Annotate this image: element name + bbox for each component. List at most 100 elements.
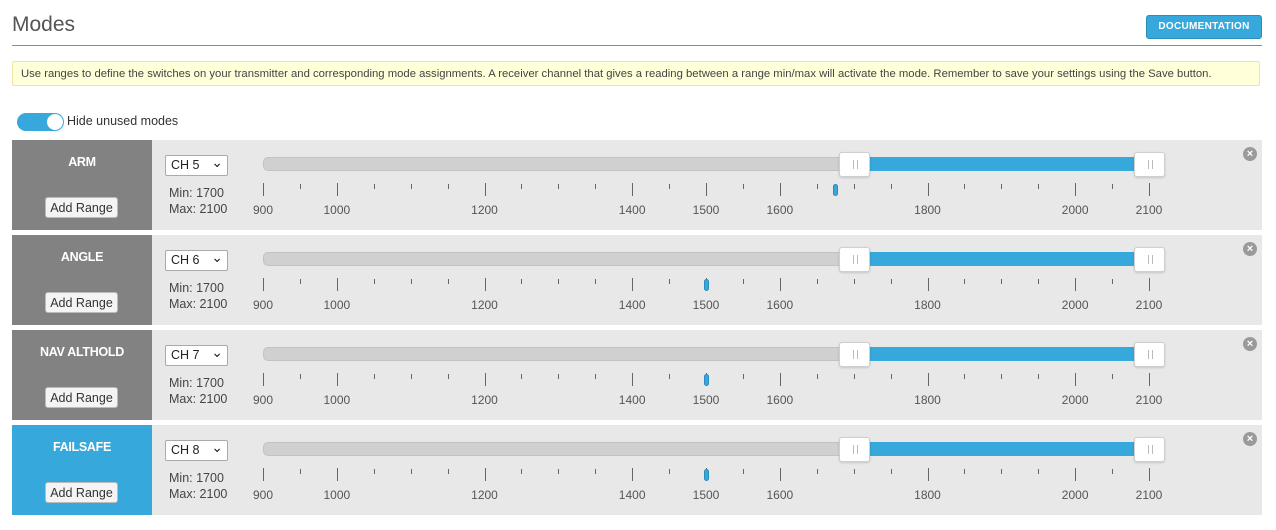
scale-tick-minor bbox=[890, 374, 892, 379]
range-min-handle[interactable] bbox=[838, 152, 870, 177]
scale-tick-label: 1200 bbox=[471, 203, 498, 217]
toggle-knob bbox=[47, 114, 63, 130]
range-max-handle[interactable] bbox=[1134, 342, 1165, 367]
scale-tick-label: 900 bbox=[252, 393, 274, 407]
mode-row: NAV ALTHOLD Add Range CH 7 ⌄ Min: 1700 Max: 2… bbox=[12, 330, 1262, 420]
scale-tick-minor bbox=[299, 469, 301, 474]
scale-tick-minor bbox=[299, 279, 301, 284]
mode-label-panel: ARM Add Range bbox=[12, 140, 152, 230]
scale-tick-label: 1000 bbox=[323, 488, 351, 502]
scale-tick-major bbox=[706, 183, 707, 196]
remove-range-icon[interactable]: × bbox=[1243, 432, 1257, 446]
mode-name: FAILSAFE bbox=[52, 440, 112, 454]
scale-tick-minor bbox=[558, 279, 560, 284]
scale-tick-minor bbox=[521, 184, 523, 189]
scale-tick-minor bbox=[373, 374, 375, 379]
scale-tick-label: 1600 bbox=[766, 488, 794, 502]
scale-tick-minor bbox=[595, 374, 597, 379]
scale-tick-major bbox=[779, 278, 781, 291]
remove-range-icon[interactable]: × bbox=[1243, 147, 1257, 161]
add-range-button[interactable]: Add Range bbox=[45, 292, 118, 313]
scale-tick-minor bbox=[299, 374, 301, 379]
scale-tick-major bbox=[336, 468, 338, 481]
scale-tick-label: 2100 bbox=[1135, 393, 1163, 407]
scale-tick-label: 1200 bbox=[471, 393, 498, 407]
scale-tick-major bbox=[1075, 183, 1077, 196]
scale-tick-minor bbox=[669, 469, 671, 474]
mode-label-panel: NAV ALTHOLD Add Range bbox=[12, 330, 152, 420]
scale-tick-minor bbox=[410, 374, 412, 379]
range-max-handle[interactable] bbox=[1134, 247, 1165, 272]
scale-tick-label: 1400 bbox=[618, 298, 646, 312]
range-min-handle[interactable] bbox=[838, 437, 870, 462]
channel-select[interactable]: CH 6 ⌄ bbox=[165, 249, 228, 271]
range-max-label: Max: 2100 bbox=[169, 487, 228, 501]
scale-tick-label: 1500 bbox=[692, 488, 720, 502]
scale-tick-major bbox=[484, 373, 486, 386]
scale-tick-minor bbox=[521, 374, 523, 379]
mode-row: ANGLE Add Range CH 6 ⌄ Min: 1700 Max: 2100 900… bbox=[12, 235, 1262, 325]
chevron-down-icon: ⌄ bbox=[211, 154, 223, 170]
scale-tick-minor bbox=[853, 184, 855, 189]
scale-tick-minor bbox=[816, 374, 818, 379]
remove-range-icon[interactable]: × bbox=[1243, 337, 1257, 351]
scale-tick-label: 2000 bbox=[1061, 203, 1089, 217]
add-range-button[interactable]: Add Range bbox=[45, 482, 118, 503]
channel-select[interactable]: CH 5 ⌄ bbox=[165, 154, 228, 176]
scale-tick-label: 1500 bbox=[692, 393, 720, 407]
range-min-label: Min: 1700 bbox=[169, 376, 224, 390]
scale-tick-label: 1400 bbox=[618, 488, 646, 502]
scale-tick-minor bbox=[373, 469, 375, 474]
scale-tick-minor bbox=[447, 469, 449, 474]
chevron-down-icon: ⌄ bbox=[211, 439, 223, 455]
scale-tick-minor bbox=[964, 279, 966, 284]
scale-tick-minor bbox=[742, 469, 744, 474]
add-range-button[interactable]: Add Range bbox=[45, 387, 118, 408]
scale-tick-major bbox=[927, 278, 929, 291]
scale-tick-minor bbox=[816, 184, 818, 189]
scale-tick-minor bbox=[521, 279, 523, 284]
scale-tick-label: 1500 bbox=[692, 203, 720, 217]
scale-tick-label: 1600 bbox=[766, 203, 794, 217]
range-slider-fill bbox=[857, 442, 1143, 456]
scale-tick-label: 2100 bbox=[1135, 203, 1163, 217]
scale-tick-minor bbox=[1001, 184, 1003, 189]
scale-tick-minor bbox=[410, 184, 412, 189]
scale-tick-minor bbox=[1038, 184, 1040, 189]
range-min-handle[interactable] bbox=[838, 342, 870, 367]
range-max-handle[interactable] bbox=[1134, 152, 1165, 177]
scale-tick-major bbox=[927, 373, 929, 386]
info-note: Use ranges to define the switches on you… bbox=[12, 61, 1260, 86]
scale-tick-label: 900 bbox=[252, 203, 274, 217]
scale-tick-minor bbox=[890, 279, 892, 284]
scale-tick-minor bbox=[853, 469, 855, 474]
range-max-label: Max: 2100 bbox=[169, 392, 228, 406]
remove-range-icon[interactable]: × bbox=[1243, 242, 1257, 256]
scale-tick-minor bbox=[816, 469, 818, 474]
range-min-handle[interactable] bbox=[838, 247, 870, 272]
scale-tick-minor bbox=[410, 469, 412, 474]
scale-tick-label: 1400 bbox=[618, 203, 646, 217]
scale-tick-label: 900 bbox=[252, 488, 274, 502]
range-max-handle[interactable] bbox=[1134, 437, 1165, 462]
channel-select-value: CH 6 bbox=[171, 253, 200, 267]
scale-tick-major bbox=[263, 278, 264, 291]
scale-tick-major bbox=[1075, 278, 1077, 291]
scale-tick-minor bbox=[299, 184, 301, 189]
scale-tick-major bbox=[1149, 183, 1150, 196]
scale-tick-label: 1600 bbox=[766, 393, 794, 407]
scale-tick-minor bbox=[1001, 279, 1003, 284]
channel-select[interactable]: CH 7 ⌄ bbox=[165, 344, 228, 366]
add-range-button[interactable]: Add Range bbox=[45, 197, 118, 218]
scale-tick-major bbox=[484, 468, 486, 481]
scale-tick-label: 1600 bbox=[766, 298, 794, 312]
documentation-button[interactable]: DOCUMENTATION bbox=[1146, 15, 1262, 39]
channel-select[interactable]: CH 8 ⌄ bbox=[165, 439, 228, 461]
range-slider-fill bbox=[857, 252, 1143, 266]
scale-tick-major bbox=[779, 373, 781, 386]
scale-tick-minor bbox=[1112, 279, 1114, 284]
mode-row: FAILSAFE Add Range CH 8 ⌄ Min: 1700 Max: 2100… bbox=[12, 425, 1262, 515]
scale-tick-major bbox=[484, 183, 486, 196]
hide-unused-toggle[interactable] bbox=[17, 113, 64, 131]
scale-tick-minor bbox=[853, 374, 855, 379]
